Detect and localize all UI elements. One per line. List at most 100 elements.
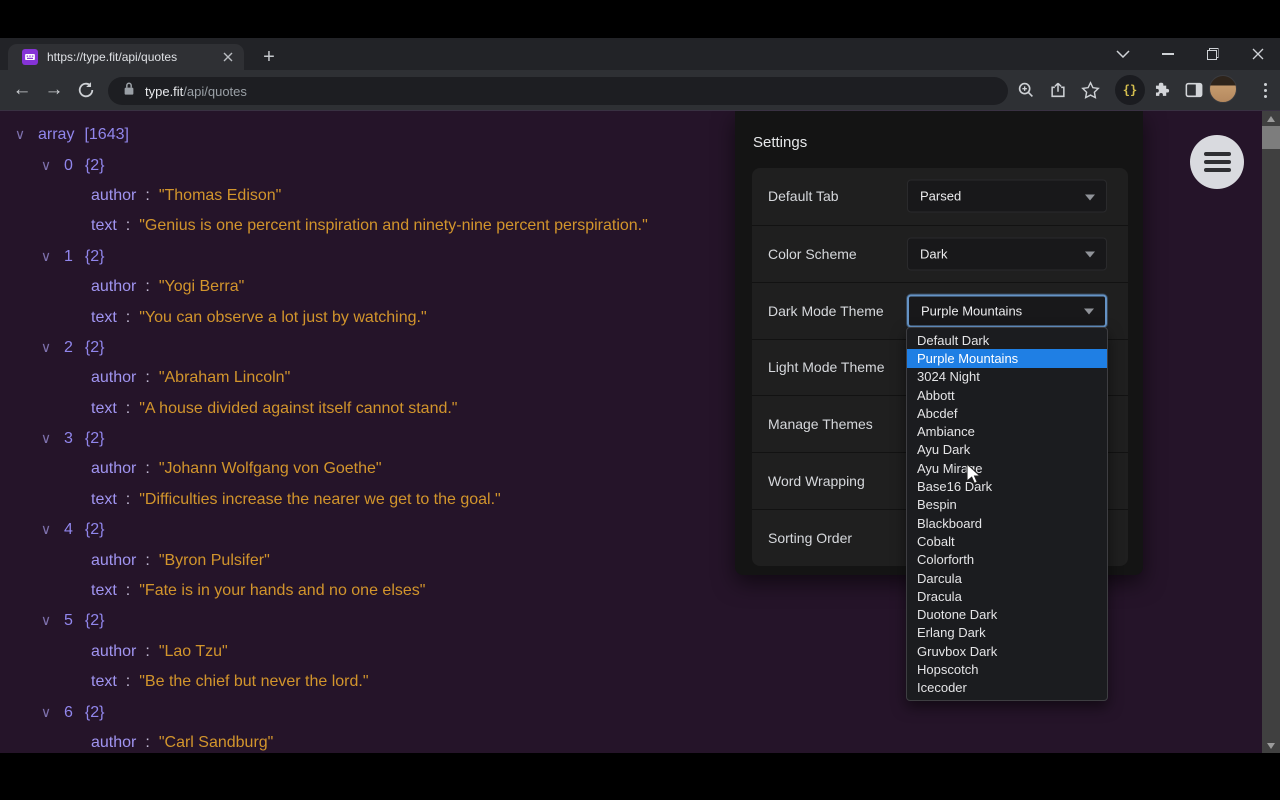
settings-row: Default TabParsed — [752, 168, 1128, 225]
chevron-down-icon — [1085, 252, 1095, 258]
select-value: Purple Mountains — [921, 303, 1022, 318]
settings-select[interactable]: Purple Mountains — [907, 294, 1107, 327]
theme-option[interactable]: Blackboard — [907, 514, 1107, 532]
zoom-icon[interactable] — [1011, 75, 1041, 105]
json-viewer-extension-icon[interactable]: {} — [1115, 75, 1145, 105]
theme-option[interactable]: Hopscotch — [907, 660, 1107, 678]
theme-option[interactable]: 3024 Night — [907, 368, 1107, 386]
share-icon[interactable] — [1043, 75, 1073, 105]
url-path: /api/quotes — [183, 84, 247, 99]
theme-option[interactable]: Ayu Mirage — [907, 459, 1107, 477]
theme-option[interactable]: Default Dark — [907, 331, 1107, 349]
settings-select[interactable]: Parsed — [907, 180, 1107, 213]
theme-option[interactable]: Icecoder — [907, 679, 1107, 697]
json-colon: : — [126, 217, 130, 235]
json-colon: : — [126, 400, 130, 418]
scrollbar-thumb[interactable] — [1262, 126, 1280, 149]
select-value: Parsed — [920, 189, 961, 204]
theme-option[interactable]: Abbott — [907, 386, 1107, 404]
json-colon: : — [145, 369, 149, 387]
collapse-chevron-icon[interactable]: ∨ — [12, 127, 28, 143]
settings-row-label: Dark Mode Theme — [768, 303, 884, 319]
url-bar[interactable]: type.fit/api/quotes — [108, 77, 1008, 105]
settings-row-label: Word Wrapping — [768, 473, 865, 489]
tab-strip: https://type.fit/api/quotes + — [0, 38, 1280, 70]
side-panel-icon[interactable] — [1179, 75, 1209, 105]
json-key: text — [91, 217, 117, 235]
theme-option[interactable]: Base16 Dark — [907, 477, 1107, 495]
settings-select[interactable]: Dark — [907, 237, 1107, 270]
theme-option[interactable]: Abcdef — [907, 404, 1107, 422]
json-colon: : — [145, 278, 149, 296]
scrollbar-down-icon[interactable] — [1262, 738, 1280, 753]
theme-option[interactable]: Darcula — [907, 569, 1107, 587]
theme-option[interactable]: Erlang Dark — [907, 624, 1107, 642]
menu-kebab-icon[interactable] — [1250, 75, 1280, 105]
json-tree-line: ∨6{2} — [0, 697, 1280, 727]
json-key: author — [91, 643, 136, 661]
json-key: text — [91, 582, 117, 600]
site-favicon-icon — [22, 49, 38, 65]
tab-close-icon[interactable] — [220, 49, 236, 65]
browser-tab[interactable]: https://type.fit/api/quotes — [8, 44, 244, 70]
forward-icon[interactable]: → — [39, 75, 69, 105]
collapse-chevron-icon[interactable]: ∨ — [38, 249, 54, 265]
json-string-value: "Lao Tzu" — [159, 643, 228, 661]
json-key: author — [91, 734, 136, 752]
select-value: Dark — [920, 246, 947, 261]
window-chevron-icon[interactable] — [1100, 38, 1145, 70]
window-minimize-icon[interactable] — [1145, 38, 1190, 70]
collapse-chevron-icon[interactable]: ∨ — [38, 613, 54, 629]
json-key: text — [91, 400, 117, 418]
json-entry-badge: {2} — [85, 157, 105, 175]
bookmark-star-icon[interactable] — [1075, 75, 1105, 105]
theme-dropdown: Default DarkPurple Mountains3024 NightAb… — [906, 327, 1108, 701]
window-controls — [1100, 38, 1280, 70]
collapse-chevron-icon[interactable]: ∨ — [38, 340, 54, 356]
mouse-cursor — [966, 463, 983, 487]
json-string-value: "Difficulties increase the nearer we get… — [139, 491, 500, 509]
theme-option[interactable]: Gruvbox Dark — [907, 642, 1107, 660]
scrollbar-up-icon[interactable] — [1262, 111, 1280, 126]
json-key: text — [91, 309, 117, 327]
window-restore-icon[interactable] — [1190, 38, 1235, 70]
collapse-chevron-icon[interactable]: ∨ — [38, 705, 54, 721]
json-colon: : — [126, 582, 130, 600]
collapse-chevron-icon[interactable]: ∨ — [38, 158, 54, 174]
json-key: author — [91, 552, 136, 570]
profile-avatar[interactable] — [1209, 75, 1237, 103]
theme-option[interactable]: Ambiance — [907, 422, 1107, 440]
new-tab-button[interactable]: + — [256, 44, 282, 70]
window-close-icon[interactable] — [1235, 38, 1280, 70]
theme-option[interactable]: Purple Mountains — [907, 349, 1107, 367]
theme-option[interactable]: Dracula — [907, 587, 1107, 605]
collapse-chevron-icon[interactable]: ∨ — [38, 522, 54, 538]
chevron-down-icon — [1084, 309, 1094, 315]
theme-option[interactable]: Colorforth — [907, 551, 1107, 569]
json-key: author — [91, 460, 136, 478]
theme-option[interactable]: Cobalt — [907, 532, 1107, 550]
json-entry-index: 6 — [64, 704, 73, 722]
theme-option[interactable]: Ayu Dark — [907, 441, 1107, 459]
json-entry-badge: {2} — [85, 430, 105, 448]
viewer-menu-button[interactable] — [1190, 135, 1244, 189]
page-scrollbar[interactable] — [1262, 111, 1280, 753]
json-root-count: [1643] — [84, 126, 128, 144]
tab-title: https://type.fit/api/quotes — [47, 50, 205, 64]
extensions-puzzle-icon[interactable] — [1147, 75, 1177, 105]
url-host: type.fit — [145, 84, 183, 99]
json-entry-index: 2 — [64, 339, 73, 357]
collapse-chevron-icon[interactable]: ∨ — [38, 431, 54, 447]
json-entry-badge: {2} — [85, 521, 105, 539]
back-icon[interactable]: ← — [7, 75, 37, 105]
theme-option[interactable]: Duotone Dark — [907, 605, 1107, 623]
json-string-value: "Byron Pulsifer" — [159, 552, 270, 570]
json-string-value: "Abraham Lincoln" — [159, 369, 290, 387]
reload-icon[interactable] — [71, 75, 101, 105]
theme-option[interactable]: Bespin — [907, 496, 1107, 514]
json-entry-index: 5 — [64, 612, 73, 630]
json-entry-badge: {2} — [85, 248, 105, 266]
json-colon: : — [145, 187, 149, 205]
json-key: text — [91, 673, 117, 691]
chevron-down-icon — [1085, 194, 1095, 200]
